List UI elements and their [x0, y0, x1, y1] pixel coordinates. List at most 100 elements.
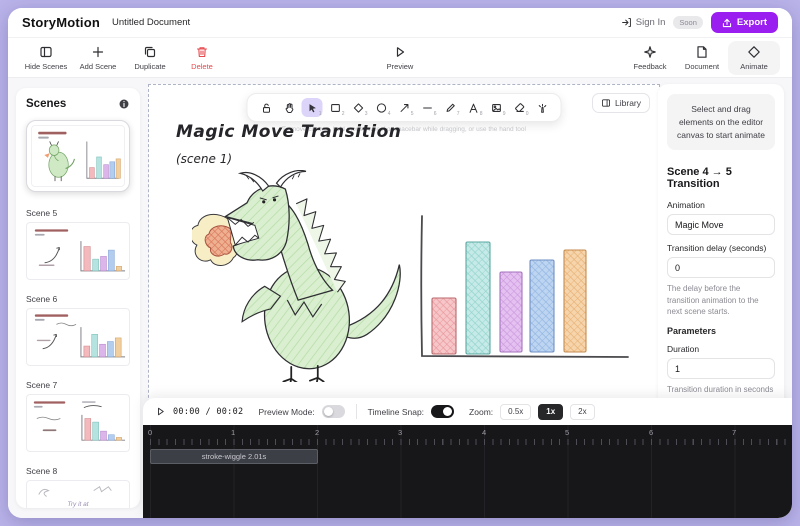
scene7-label: Scene 7 — [26, 380, 130, 390]
animation-track-bar[interactable]: stroke-wiggle 2.01s — [150, 449, 318, 464]
draw-tool[interactable]: 7 — [440, 98, 461, 117]
hand-tool[interactable] — [279, 98, 300, 117]
add-scene-button[interactable]: Add Scene — [72, 45, 124, 71]
scene5-label: Scene 5 — [26, 208, 130, 218]
document-icon — [695, 45, 709, 59]
timeline-panel: 00:00 / 00:02 Preview Mode: Timeline Sna… — [143, 398, 792, 518]
laser-tool[interactable] — [532, 98, 553, 117]
ruler-mark: 1 — [231, 428, 235, 437]
sign-in-button[interactable]: Sign In — [621, 17, 666, 28]
trash-icon — [195, 45, 209, 59]
scene-item-6[interactable]: Scene 6 — [26, 294, 130, 366]
text-icon — [467, 102, 479, 114]
info-icon[interactable] — [118, 98, 130, 110]
scene8-label: Scene 8 — [26, 466, 130, 476]
lock-tool[interactable] — [256, 98, 277, 117]
scene6-label: Scene 6 — [26, 294, 130, 304]
pencil-icon — [444, 102, 456, 114]
rectangle-tool[interactable]: 2 — [325, 98, 346, 117]
line-icon — [421, 102, 433, 114]
canvas-title-text[interactable]: Magic Move Transition — [176, 122, 401, 142]
eraser-tool[interactable]: 0 — [509, 98, 530, 117]
ruler-ticks — [150, 439, 792, 445]
timeline-snap-label: Timeline Snap: — [368, 407, 424, 417]
text-tool[interactable]: 8 — [463, 98, 484, 117]
library-button[interactable]: Library — [592, 93, 650, 113]
scene4-thumbnail-image — [32, 126, 124, 186]
delay-input[interactable] — [667, 257, 775, 278]
scene-item-5[interactable]: Scene 5 — [26, 208, 130, 280]
animation-label: Animation — [667, 200, 775, 210]
dragon-drawing[interactable] — [192, 170, 418, 382]
scene-item-7[interactable]: Scene 7 — [26, 380, 130, 452]
timeline-zoom-1x[interactable]: 1x — [538, 404, 563, 420]
animation-select[interactable] — [667, 214, 775, 235]
ruler-mark: 6 — [649, 428, 653, 437]
preview-button[interactable]: Preview — [374, 45, 426, 71]
soon-badge: Soon — [673, 16, 703, 29]
duration-input[interactable] — [667, 358, 775, 379]
document-title[interactable]: Untitled Document — [112, 17, 190, 28]
document-button[interactable]: Document — [676, 45, 728, 71]
header: StoryMotion Untitled Document Sign In So… — [8, 8, 792, 38]
export-icon — [722, 18, 732, 28]
select-tool[interactable]: 1 — [302, 98, 323, 117]
duplicate-button[interactable]: Duplicate — [124, 45, 176, 71]
cursor-icon — [306, 102, 318, 114]
rectangle-icon — [329, 102, 341, 114]
time-display: 00:00 / 00:02 — [173, 407, 243, 417]
arrow-tool[interactable]: 5 — [394, 98, 415, 117]
timeline-controls: 00:00 / 00:02 Preview Mode: Timeline Sna… — [143, 398, 792, 425]
sparkle-icon — [643, 45, 657, 59]
duration-label: Duration — [667, 344, 775, 354]
duplicate-icon — [143, 45, 157, 59]
preview-mode-toggle[interactable] — [322, 405, 345, 418]
ruler-mark: 5 — [565, 428, 569, 437]
feedback-button[interactable]: Feedback — [624, 45, 676, 71]
panel-hint: Select and drag elements on the editor c… — [667, 94, 775, 150]
canvas-subtitle-text[interactable]: (scene 1) — [176, 152, 232, 166]
arrow-icon — [398, 102, 410, 114]
timeline-play-button[interactable] — [155, 406, 166, 417]
ruler-mark: 3 — [398, 428, 402, 437]
image-tool[interactable]: 9 — [486, 98, 507, 117]
controls-divider — [356, 404, 357, 419]
eraser-icon — [513, 102, 525, 114]
timeline-zoom-2x[interactable]: 2x — [570, 404, 594, 420]
sign-in-icon — [621, 17, 632, 28]
lock-icon — [260, 102, 272, 114]
timeline-snap-toggle[interactable] — [431, 405, 454, 418]
hide-scenes-button[interactable]: Hide Scenes — [20, 45, 72, 71]
delay-help-text: The delay before the transition animatio… — [667, 283, 775, 318]
scenes-panel-title: Scenes — [26, 98, 66, 110]
scene6-thumbnail-image — [27, 309, 129, 365]
timeline-track-area[interactable]: 0 1 2 3 4 5 6 7 stroke-wiggle 2.01s — [143, 425, 792, 518]
diamond-shape-icon — [352, 102, 364, 114]
timeline-zoom-label: Zoom: — [469, 407, 493, 417]
scene-item-8[interactable]: Scene 8 Try it at StoryMotion.video — [26, 466, 130, 508]
delay-label: Transition delay (seconds) — [667, 243, 775, 253]
ruler-mark: 0 — [148, 428, 152, 437]
animate-button[interactable]: Animate — [728, 41, 780, 75]
panel-icon — [39, 45, 53, 59]
scene-thumbnail-selected[interactable] — [26, 120, 130, 192]
line-tool[interactable]: 6 — [417, 98, 438, 117]
scene5-thumbnail-image — [27, 223, 129, 279]
ruler-mark: 7 — [732, 428, 736, 437]
timeline-zoom-0.5x[interactable]: 0.5x — [500, 404, 531, 420]
image-icon — [490, 102, 502, 114]
export-button[interactable]: Export — [711, 12, 778, 33]
hand-icon — [283, 102, 295, 114]
diamond-tool[interactable]: 3 — [348, 98, 369, 117]
duration-help-text: Transition duration in seconds — [667, 384, 775, 396]
transition-heading: Scene 4 → 5 Transition — [667, 166, 775, 190]
app-window: StoryMotion Untitled Document Sign In So… — [8, 8, 792, 518]
main-toolbar: Hide Scenes Add Scene Duplicate Delete P… — [8, 38, 792, 78]
scenes-sidebar: Scenes — [16, 88, 140, 508]
preview-mode-label: Preview Mode: — [258, 407, 314, 417]
bar-chart-drawing[interactable] — [406, 208, 636, 370]
canvas-tool-palette: 1 2 3 4 5 6 7 8 9 0 — [247, 93, 562, 122]
ruler-mark: 4 — [482, 428, 486, 437]
ellipse-tool[interactable]: 4 — [371, 98, 392, 117]
delete-button[interactable]: Delete — [176, 45, 228, 71]
